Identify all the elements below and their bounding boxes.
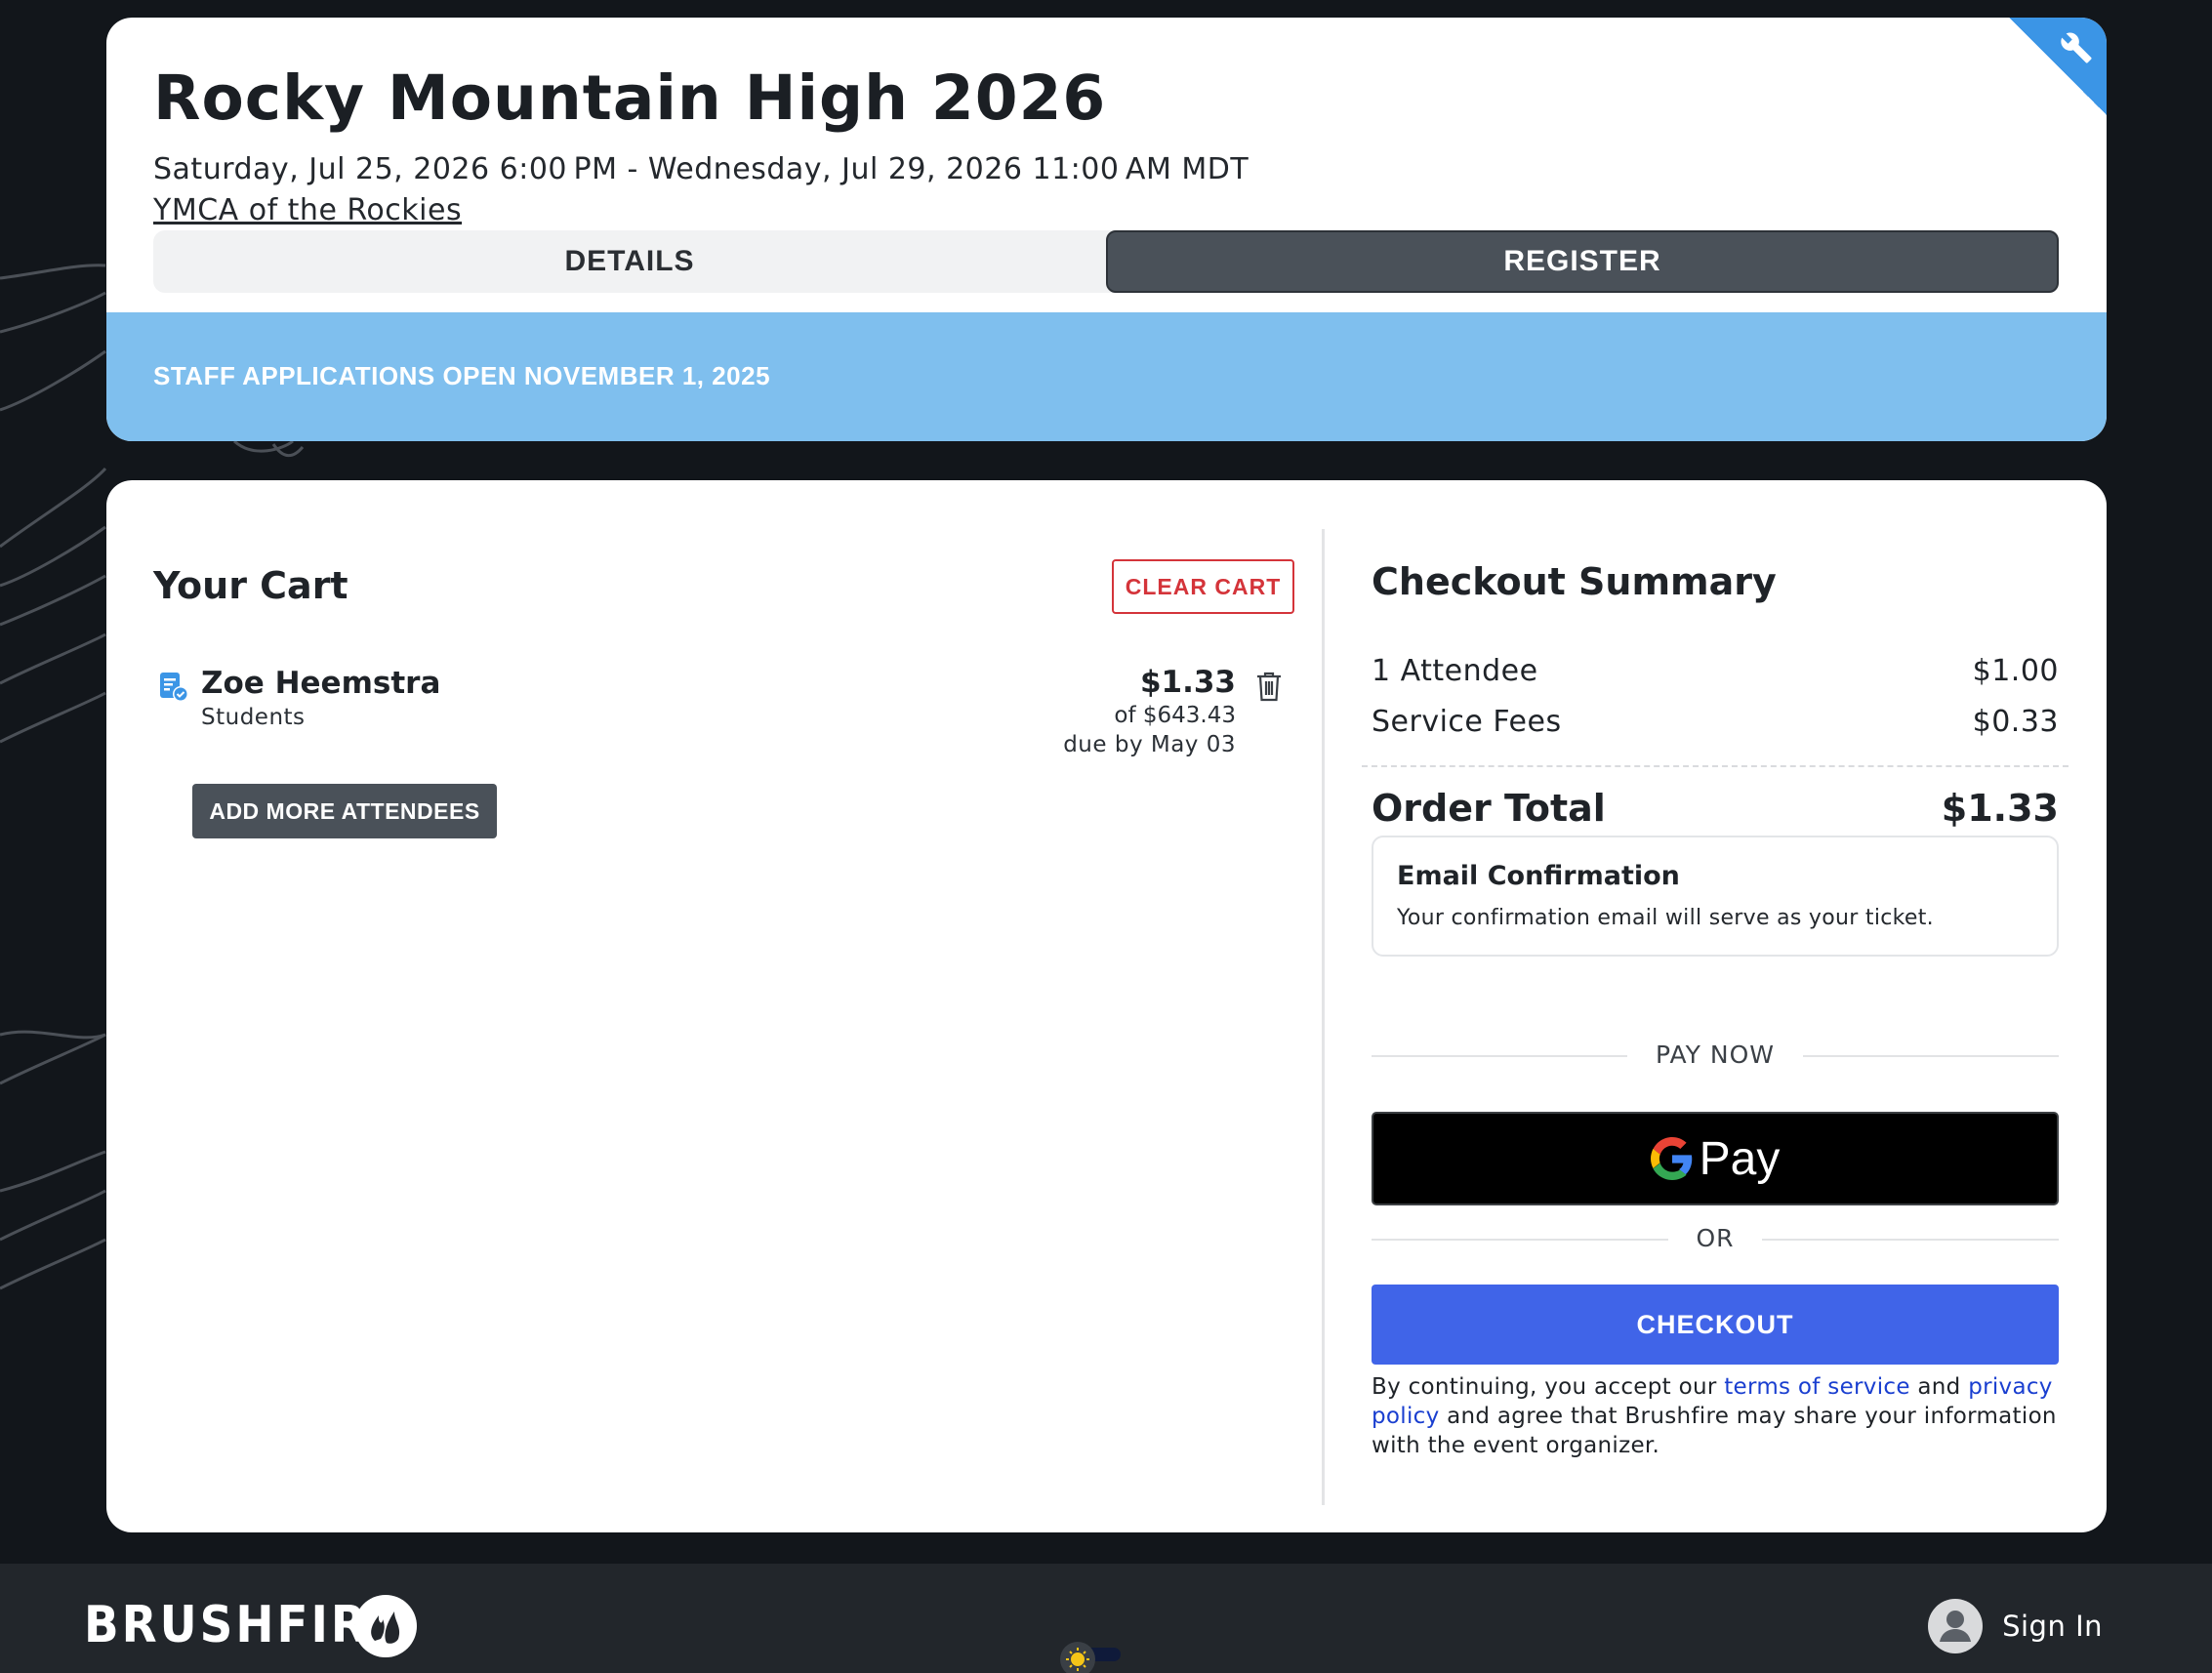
- legal-prefix: By continuing, you accept our: [1372, 1374, 1725, 1400]
- sign-in-button[interactable]: Sign In: [1928, 1599, 2103, 1653]
- order-total-value: $1.33: [1941, 787, 2059, 830]
- event-tabbar: DETAILS REGISTER: [153, 230, 2059, 293]
- summary-row-value: $0.33: [1972, 705, 2059, 739]
- event-header-card: Rocky Mountain High 2026 Saturday, Jul 2…: [106, 18, 2107, 441]
- tab-register[interactable]: REGISTER: [1106, 230, 2059, 293]
- summary-title: Checkout Summary: [1372, 560, 1777, 603]
- clear-cart-button[interactable]: CLEAR CART: [1112, 559, 1294, 614]
- google-pay-button[interactable]: Pay: [1372, 1112, 2059, 1205]
- sign-in-label: Sign In: [2002, 1610, 2103, 1643]
- cart-title: Your Cart: [153, 564, 348, 607]
- checkout-button[interactable]: CHECKOUT: [1372, 1285, 2059, 1365]
- admin-tools-corner[interactable]: [2009, 18, 2107, 115]
- email-confirmation-title: Email Confirmation: [1397, 861, 1680, 891]
- brushfire-logo[interactable]: BRUSHFIRE: [84, 1596, 400, 1654]
- tab-details[interactable]: DETAILS: [153, 230, 1106, 293]
- order-total-label: Order Total: [1372, 787, 1606, 830]
- attendee-name: Zoe Heemstra: [201, 666, 441, 701]
- item-total: of $643.43: [1114, 703, 1236, 728]
- legal-and: and: [1909, 1374, 1969, 1400]
- terms-of-service-link[interactable]: terms of service: [1724, 1374, 1910, 1400]
- legal-suffix: and agree that Brushfire may share your …: [1372, 1404, 2057, 1458]
- theme-toggle[interactable]: [1056, 1638, 1126, 1673]
- summary-row-label: Service Fees: [1372, 705, 1562, 739]
- item-due-date: due by May 03: [1063, 732, 1236, 757]
- wrench-icon: [2061, 32, 2092, 63]
- announcement-banner: STAFF APPLICATIONS OPEN NOVEMBER 1, 2025: [106, 312, 2107, 441]
- item-amount: $1.33: [1139, 665, 1236, 700]
- add-more-attendees-button[interactable]: ADD MORE ATTENDEES: [192, 784, 497, 838]
- or-separator: OR: [1372, 1224, 2059, 1253]
- user-avatar-icon: [1928, 1599, 1984, 1653]
- google-g-icon: [1650, 1137, 1692, 1180]
- email-confirmation-box: Email Confirmation Your confirmation ema…: [1372, 836, 2059, 957]
- legal-text: By continuing, you accept our terms of s…: [1372, 1372, 2065, 1460]
- summary-row-label: 1 Attendee: [1372, 654, 1538, 688]
- summary-row-fees: Service Fees $0.33: [1372, 705, 2059, 739]
- google-pay-label: Pay: [1699, 1132, 1781, 1185]
- cart-divider: [1322, 529, 1325, 1505]
- announcement-text: STAFF APPLICATIONS OPEN NOVEMBER 1, 2025: [153, 361, 771, 390]
- event-title: Rocky Mountain High 2026: [153, 62, 1107, 134]
- summary-row-value: $1.00: [1972, 654, 2059, 688]
- footer: BRUSHFIRE Sign In: [0, 1564, 2212, 1673]
- summary-row-attendee: 1 Attendee $1.00: [1372, 654, 2059, 688]
- email-confirmation-text: Your confirmation email will serve as yo…: [1397, 906, 1934, 930]
- brushfire-flame-icon: [354, 1595, 417, 1657]
- attendee-type: Students: [201, 705, 306, 730]
- summary-divider: [1362, 765, 2069, 767]
- trash-icon[interactable]: [1255, 671, 1283, 702]
- registration-icon: [160, 673, 188, 702]
- event-venue-link[interactable]: YMCA of the Rockies: [153, 193, 462, 227]
- cart-card: Your Cart CLEAR CART Zoe Heemstra Studen…: [106, 480, 2107, 1532]
- order-total-row: Order Total $1.33: [1372, 787, 2059, 830]
- event-dates: Saturday, Jul 25, 2026 6:00 PM - Wednesd…: [153, 152, 1249, 186]
- pay-now-separator: PAY NOW: [1372, 1041, 2059, 1070]
